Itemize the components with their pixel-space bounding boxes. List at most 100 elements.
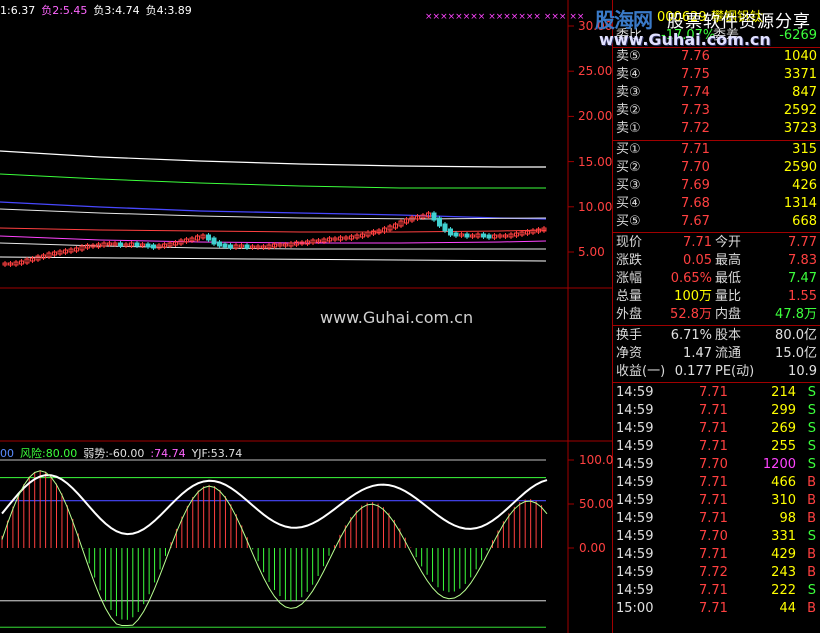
ask-label: 卖① (616, 121, 641, 136)
separator (613, 232, 820, 233)
ma-line (0, 235, 547, 244)
candle-body (431, 212, 437, 221)
tick-row: 14:59 7.71 98 B (613, 510, 820, 528)
ask-price: 7.75 (681, 67, 710, 82)
bid-price: 7.71 (681, 142, 710, 157)
tick-side: B (807, 601, 816, 616)
bid-label: 买② (616, 160, 641, 175)
candle-body (206, 234, 211, 241)
stat-label: 涨跌 (616, 253, 643, 268)
candle-body (222, 243, 228, 248)
indicator-value: 负2:5.45 (41, 4, 88, 17)
candle-body (211, 237, 217, 245)
tick-row: 14:59 7.71 299 S (613, 402, 820, 420)
ask-label: 卖③ (616, 85, 641, 100)
site-logo: 股海网 股票软件资源分享 www.Guhai.com.cn (595, 4, 820, 52)
stat-row: 总量 100万 量比 1.55 (613, 288, 820, 306)
ask-row: 卖① 7.72 3723 (613, 120, 820, 138)
separator (613, 382, 820, 383)
tick-volume: 214 (771, 385, 796, 400)
price-axis-label: 5.00 (578, 245, 605, 259)
tick-side: S (807, 403, 816, 418)
separator (613, 325, 820, 326)
bid-label: 买④ (616, 196, 641, 211)
fundamental-value: 15.0亿 (775, 346, 817, 361)
tick-volume: 331 (771, 529, 796, 544)
stat-label: 涨幅 (616, 271, 643, 286)
oscillator-axis-label: 0.00 (579, 541, 606, 555)
watermark-text: www.Guhai.com.cn (320, 308, 474, 327)
candle-body (228, 244, 233, 249)
price-axis-label: 20.00 (578, 109, 613, 124)
bid-volume: 426 (792, 178, 817, 193)
bid-label: 买⑤ (616, 214, 641, 229)
ask-volume: 847 (792, 85, 817, 100)
tick-side: B (807, 475, 816, 490)
bid-row: 买⑤ 7.67 668 (613, 213, 820, 231)
bid-row: 买③ 7.69 426 (613, 177, 820, 195)
oscillator-axis-label: 50.00 (579, 497, 614, 511)
logo-url: www.Guhai.com.cn (599, 30, 771, 49)
bid-price: 7.70 (681, 160, 710, 175)
tick-row: 14:59 7.71 269 S (613, 420, 820, 438)
candle-body (486, 234, 492, 239)
tick-row: 14:59 7.70 1200 S (613, 456, 820, 474)
ma-line (0, 227, 547, 233)
tick-time: 14:59 (616, 583, 654, 598)
fundamental-value: 80.0亿 (775, 328, 817, 343)
stat-value: 7.71 (683, 235, 712, 250)
tick-price: 7.71 (699, 475, 728, 490)
fundamental-row: 净资 1.47 流通 15.0亿 (613, 345, 820, 363)
tick-price: 7.70 (699, 457, 728, 472)
tick-price: 7.71 (699, 439, 728, 454)
oscillator-axis-label: 100.0 (579, 453, 614, 467)
stat-value: 52.8万 (670, 307, 712, 322)
tick-volume: 310 (771, 493, 796, 508)
ask-volume: 2592 (783, 103, 817, 118)
osc-main-line (1, 474, 548, 536)
tick-volume: 243 (771, 565, 796, 580)
tick-volume: 98 (779, 511, 796, 526)
candle-body (151, 244, 156, 249)
tick-time: 14:59 (616, 493, 654, 508)
tick-row: 15:00 7.71 44 B (613, 600, 820, 618)
tick-side: S (807, 385, 816, 400)
fundamental-label: PE(动) (715, 364, 755, 379)
signal-markers: ×××××××× ××××××× ××× ×× (425, 12, 585, 22)
tick-time: 14:59 (616, 457, 654, 472)
bid-row: 买④ 7.68 1314 (613, 195, 820, 213)
stat-label: 总量 (616, 289, 643, 304)
fundamental-label: 收益(一) (616, 364, 666, 379)
tick-side: B (807, 493, 816, 508)
quote-panel: 委比 -17.07% 委差 -6269 000629 攀钢钒钛 卖⑤ 7.76 1040 卖④ 7.… (613, 0, 820, 633)
tick-row: 14:59 7.72 243 B (613, 564, 820, 582)
tick-time: 14:59 (616, 511, 654, 526)
ask-row: 卖③ 7.74 847 (613, 84, 820, 102)
candle-body (453, 232, 459, 237)
tick-volume: 44 (779, 601, 796, 616)
price-axis-label: 15.00 (578, 154, 613, 169)
indicator-value: 负3:4.74 (93, 4, 140, 17)
stat-value: 7.47 (788, 271, 817, 286)
tick-row: 14:59 7.70 331 S (613, 528, 820, 546)
tick-price: 7.71 (699, 385, 728, 400)
indicator-value: YJF:53.74 (191, 447, 243, 460)
logo-slogan: 股票软件资源分享 (667, 12, 811, 32)
ask-price: 7.72 (681, 121, 710, 136)
candle-body (464, 233, 470, 238)
stat-row: 外盘 52.8万 内盘 47.8万 (613, 306, 820, 324)
tick-price: 7.70 (699, 529, 728, 544)
logo-brand: 股海网 (595, 8, 653, 32)
indicator-value: 负4:3.89 (145, 4, 192, 17)
bid-price: 7.67 (681, 214, 710, 229)
tick-row: 14:59 7.71 222 S (613, 582, 820, 600)
ask-label: 卖② (616, 103, 641, 118)
stat-value: 7.77 (788, 235, 817, 250)
tick-time: 15:00 (616, 601, 654, 616)
ask-volume: 3371 (783, 67, 817, 82)
stat-label: 量比 (715, 289, 742, 304)
tick-side: S (807, 457, 816, 472)
tick-side: B (807, 511, 816, 526)
stat-row: 涨幅 0.65% 最低 7.47 (613, 270, 820, 288)
fundamental-value: 10.9 (788, 364, 817, 379)
